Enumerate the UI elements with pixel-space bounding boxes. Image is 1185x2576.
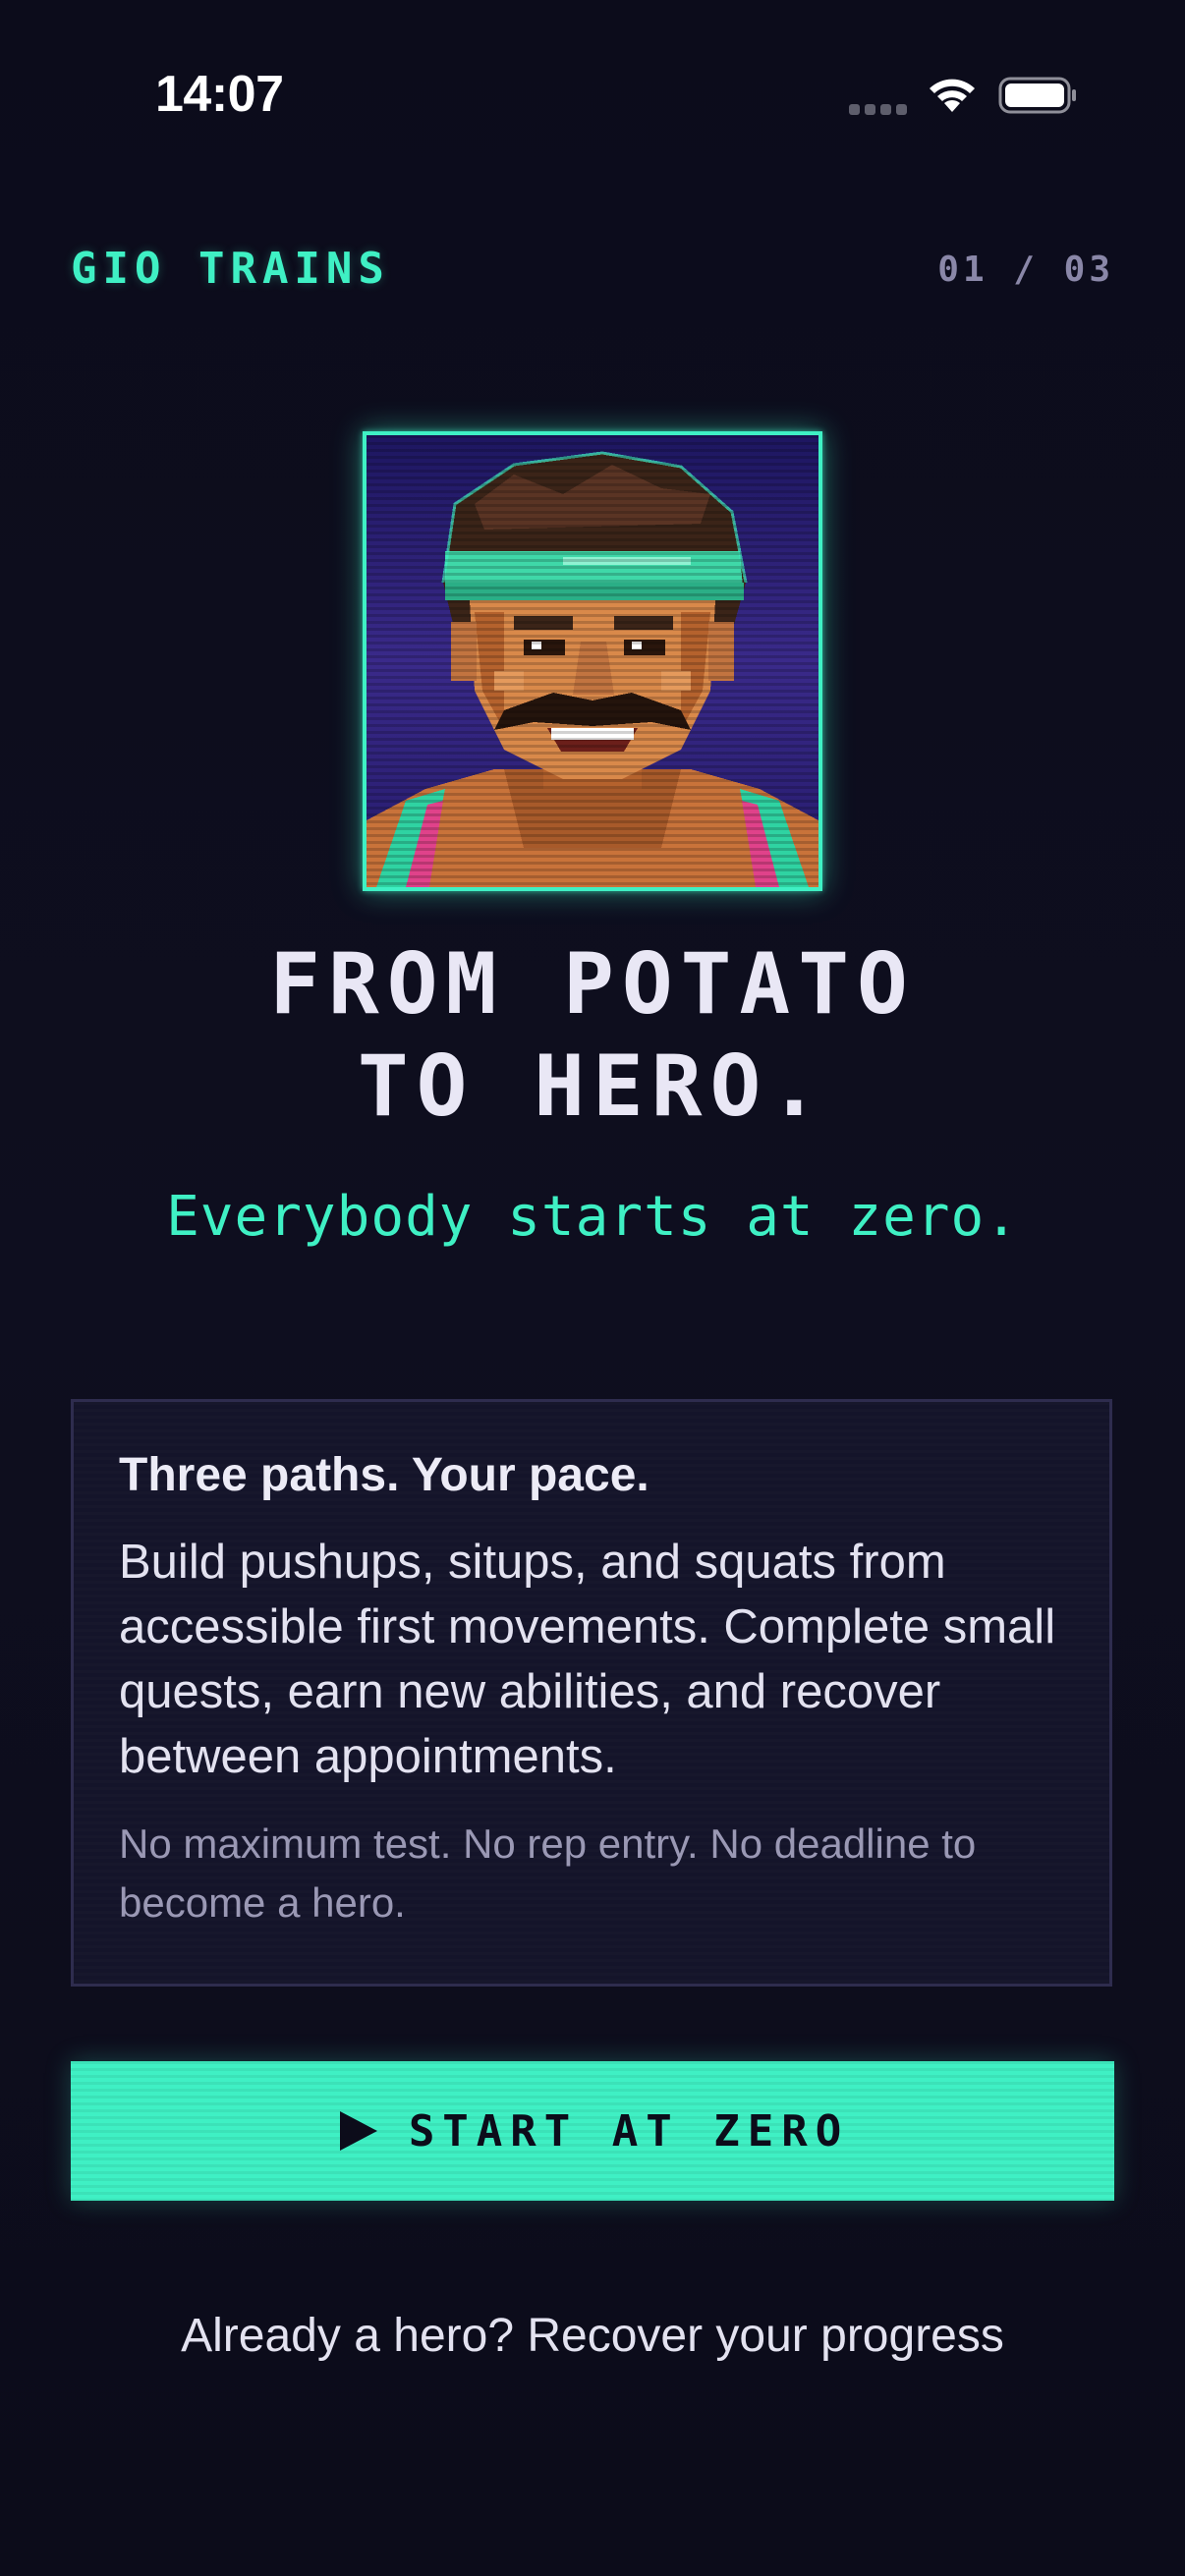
onboarding-screen: 14:07 GIO TRAINS 01 / 03 FROM POTATO TO … (0, 0, 1185, 2576)
battery-icon (998, 77, 1076, 114)
pixel-art-hero-portrait (367, 435, 818, 887)
brand-title: GIO TRAINS (71, 244, 390, 294)
start-at-zero-label: START AT ZERO (408, 2105, 850, 2156)
tagline: Everybody starts at zero. (166, 1185, 1019, 1249)
headline-line-1: FROM POTATO (269, 935, 916, 1034)
cellular-signal-icon (849, 104, 907, 115)
card-body: Build pushups, situps, and squats from a… (119, 1536, 1056, 1783)
headline: FROM POTATO TO HERO. (0, 933, 1185, 1138)
status-time: 14:07 (155, 66, 284, 123)
card-note: No maximum test. No rep entry. No deadli… (119, 1820, 977, 1926)
wifi-icon (930, 79, 975, 112)
start-at-zero-button[interactable]: START AT ZERO (71, 2061, 1114, 2201)
page-indicator: 01 / 03 (937, 250, 1114, 290)
info-card: Three paths. Your pace. Build pushups, s… (71, 1399, 1112, 1987)
recover-progress-link[interactable]: Already a hero? Recover your progress (0, 2309, 1185, 2363)
play-icon (339, 2111, 377, 2151)
hero-portrait (363, 431, 822, 891)
headline-line-2: TO HERO. (357, 1037, 828, 1136)
card-title: Three paths. Your pace. (119, 1449, 649, 1501)
